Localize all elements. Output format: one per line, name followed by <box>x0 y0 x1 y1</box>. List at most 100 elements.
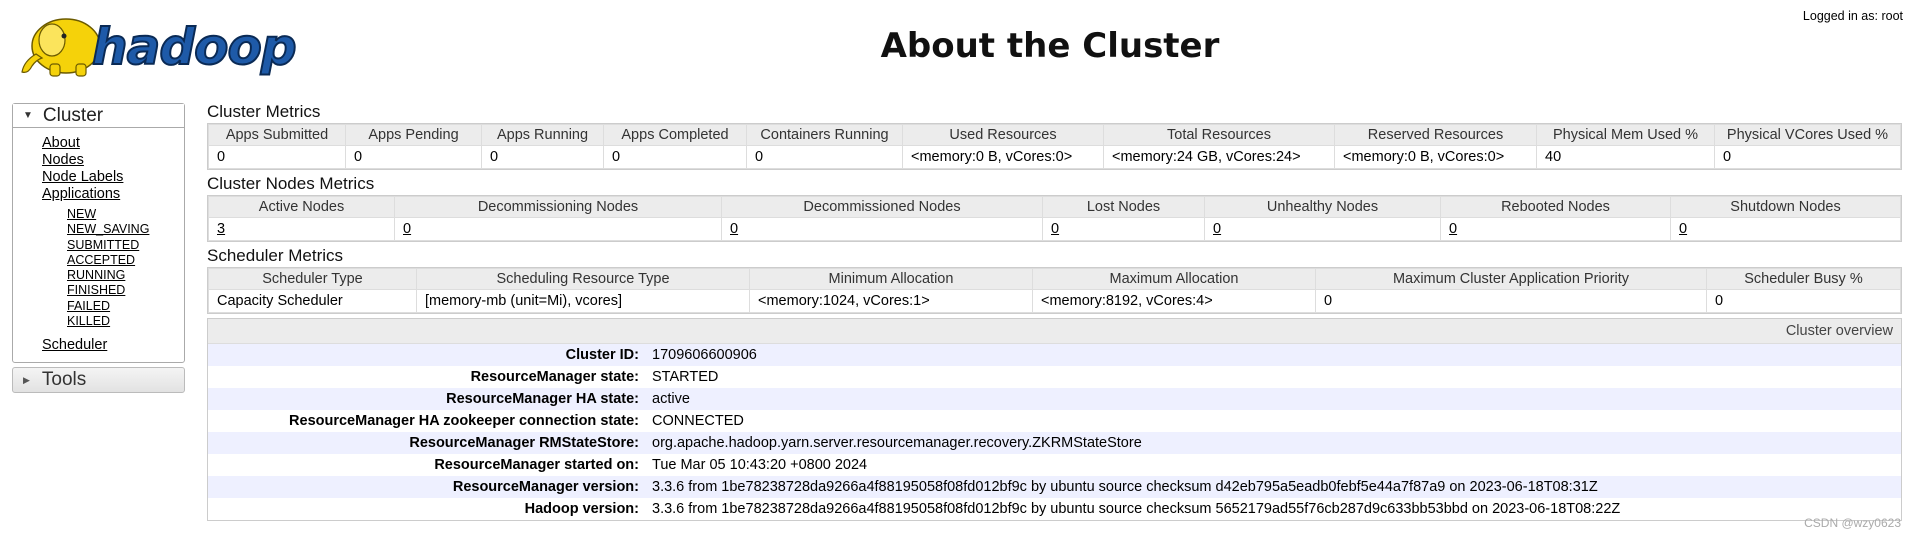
nav-link-new[interactable]: NEW <box>67 207 184 222</box>
column-header: Physical VCores Used % <box>1714 124 1901 146</box>
column-header: Active Nodes <box>208 196 395 218</box>
column-header: Scheduler Busy % <box>1706 268 1901 290</box>
overview-label: Hadoop version: <box>524 501 639 517</box>
rebooted-nodes-link[interactable]: 0 <box>1449 221 1457 237</box>
table-cell: <memory:1024, vCores:1> <box>749 289 1033 313</box>
tools-nav-header[interactable]: ▶ Tools <box>12 367 185 394</box>
cluster-heading: Cluster <box>42 104 104 126</box>
decommissioned-nodes-link[interactable]: 0 <box>730 221 738 237</box>
nav-link-nodes[interactable]: Nodes <box>42 152 184 169</box>
table-cell: [memory-mb (unit=Mi), vcores] <box>416 289 750 313</box>
table-cell: 0 <box>1315 289 1707 313</box>
lost-nodes-link[interactable]: 0 <box>1051 221 1059 237</box>
overview-label: ResourceManager started on: <box>434 457 639 473</box>
column-header: Maximum Allocation <box>1032 268 1316 290</box>
column-header: Shutdown Nodes <box>1670 196 1901 218</box>
triangle-right-icon: ▶ <box>23 374 30 385</box>
column-header: Decommissioning Nodes <box>394 196 722 218</box>
overview-row: ResourceManager HA state: active <box>208 388 1901 410</box>
table-cell: 0 <box>481 145 604 169</box>
overview-row: ResourceManager RMStateStore: org.apache… <box>208 432 1901 454</box>
table-row: 3 0 0 0 0 0 0 <box>208 217 1901 241</box>
logged-in-status: Logged in as: root <box>1802 9 1903 23</box>
overview-value: 3.3.6 from 1be78238728da9266a4f88195058f… <box>652 501 1621 517</box>
column-header: Lost Nodes <box>1042 196 1205 218</box>
overview-row: ResourceManager HA zookeeper connection … <box>208 410 1901 432</box>
table-cell: <memory:0 B, vCores:0> <box>902 145 1104 169</box>
overview-label: ResourceManager HA zookeeper connection … <box>289 413 639 429</box>
nav-link-scheduler[interactable]: Scheduler <box>42 337 184 354</box>
column-header: Reserved Resources <box>1334 124 1537 146</box>
table-cell: 0 <box>345 145 482 169</box>
overview-label: ResourceManager version: <box>452 479 639 495</box>
nav-link-killed[interactable]: KILLED <box>67 314 184 329</box>
nav-link-node-labels[interactable]: Node Labels <box>42 169 184 186</box>
column-header: Scheduling Resource Type <box>416 268 750 290</box>
cluster-metrics-table: Apps Submitted Apps Pending Apps Running… <box>208 124 1901 169</box>
table-cell: 0 <box>208 145 346 169</box>
unhealthy-nodes-link[interactable]: 0 <box>1213 221 1221 237</box>
table-cell: 0 <box>1706 289 1901 313</box>
column-header: Apps Completed <box>603 124 747 146</box>
page-title: About the Cluster <box>880 26 1220 66</box>
sidebar: ▼ Cluster About Nodes Node Labels Applic… <box>12 103 185 394</box>
nav-link-running[interactable]: RUNNING <box>67 268 184 283</box>
overview-label: Cluster ID: <box>565 347 639 363</box>
overview-row: ResourceManager state: STARTED <box>208 366 1901 388</box>
nav-link-submitted[interactable]: SUBMITTED <box>67 238 184 253</box>
overview-value: 1709606600906 <box>652 347 757 363</box>
table-cell: <memory:8192, vCores:4> <box>1032 289 1316 313</box>
nav-link-accepted[interactable]: ACCEPTED <box>67 253 184 268</box>
active-nodes-link[interactable]: 3 <box>217 221 225 237</box>
nav-link-about[interactable]: About <box>42 135 184 152</box>
cluster-metrics-title: Cluster Metrics <box>207 102 321 121</box>
application-states: NEW NEW_SAVING SUBMITTED ACCEPTED RUNNIN… <box>42 207 184 329</box>
column-header: Apps Running <box>481 124 604 146</box>
column-header: Containers Running <box>746 124 903 146</box>
column-header: Decommissioned Nodes <box>721 196 1043 218</box>
table-cell: 0 <box>603 145 747 169</box>
overview-value: active <box>652 391 690 407</box>
table-cell: 40 <box>1536 145 1715 169</box>
overview-value: org.apache.hadoop.yarn.server.resourcema… <box>652 435 1142 451</box>
overview-label: ResourceManager state: <box>470 369 639 385</box>
column-header: Maximum Cluster Application Priority <box>1315 268 1707 290</box>
column-header: Used Resources <box>902 124 1104 146</box>
tools-heading: Tools <box>41 369 87 391</box>
node-metrics-title: Cluster Nodes Metrics <box>207 174 375 193</box>
overview-label: ResourceManager RMStateStore: <box>409 435 639 451</box>
node-metrics-table: Active Nodes Decommissioning Nodes Decom… <box>208 196 1901 241</box>
column-header: Apps Pending <box>345 124 482 146</box>
decommissioning-nodes-link[interactable]: 0 <box>403 221 411 237</box>
table-cell: <memory:0 B, vCores:0> <box>1334 145 1537 169</box>
shutdown-nodes-link[interactable]: 0 <box>1679 221 1687 237</box>
column-header: Minimum Allocation <box>749 268 1033 290</box>
overview-row: Hadoop version: 3.3.6 from 1be78238728da… <box>208 498 1901 520</box>
scheduler-metrics-table: Scheduler Type Scheduling Resource Type … <box>208 268 1901 313</box>
nav-link-new-saving[interactable]: NEW_SAVING <box>67 222 184 237</box>
column-header: Total Resources <box>1103 124 1335 146</box>
overview-value: Tue Mar 05 10:43:20 +0800 2024 <box>652 457 868 473</box>
cluster-overview: Cluster overview Cluster ID: 17096066009… <box>207 318 1902 521</box>
table-cell: Capacity Scheduler <box>208 289 417 313</box>
nav-link-applications[interactable]: Applications <box>42 186 184 203</box>
overview-label: ResourceManager HA state: <box>446 391 639 407</box>
overview-row: Cluster ID: 1709606600906 <box>208 344 1901 366</box>
table-cell: <memory:24 GB, vCores:24> <box>1103 145 1335 169</box>
cluster-nav-header[interactable]: ▼ Cluster <box>13 104 184 128</box>
column-header: Apps Submitted <box>208 124 346 146</box>
main-content: Cluster Metrics Apps Submitted Apps Pend… <box>207 100 1902 521</box>
column-header: Physical Mem Used % <box>1536 124 1715 146</box>
overview-value: CONNECTED <box>652 413 744 429</box>
overview-value: 3.3.6 from 1be78238728da9266a4f88195058f… <box>652 479 1598 495</box>
cluster-overview-heading: Cluster overview <box>208 319 1901 344</box>
column-header: Rebooted Nodes <box>1440 196 1671 218</box>
table-cell: 0 <box>1714 145 1901 169</box>
nav-link-failed[interactable]: FAILED <box>67 299 184 314</box>
overview-rows: Cluster ID: 1709606600906 ResourceManage… <box>208 344 1901 520</box>
column-header: Scheduler Type <box>208 268 417 290</box>
column-header: Unhealthy Nodes <box>1204 196 1441 218</box>
overview-row: ResourceManager version: 3.3.6 from 1be7… <box>208 476 1901 498</box>
nav-link-finished[interactable]: FINISHED <box>67 283 184 298</box>
table-row: Capacity Scheduler [memory-mb (unit=Mi),… <box>208 289 1901 313</box>
